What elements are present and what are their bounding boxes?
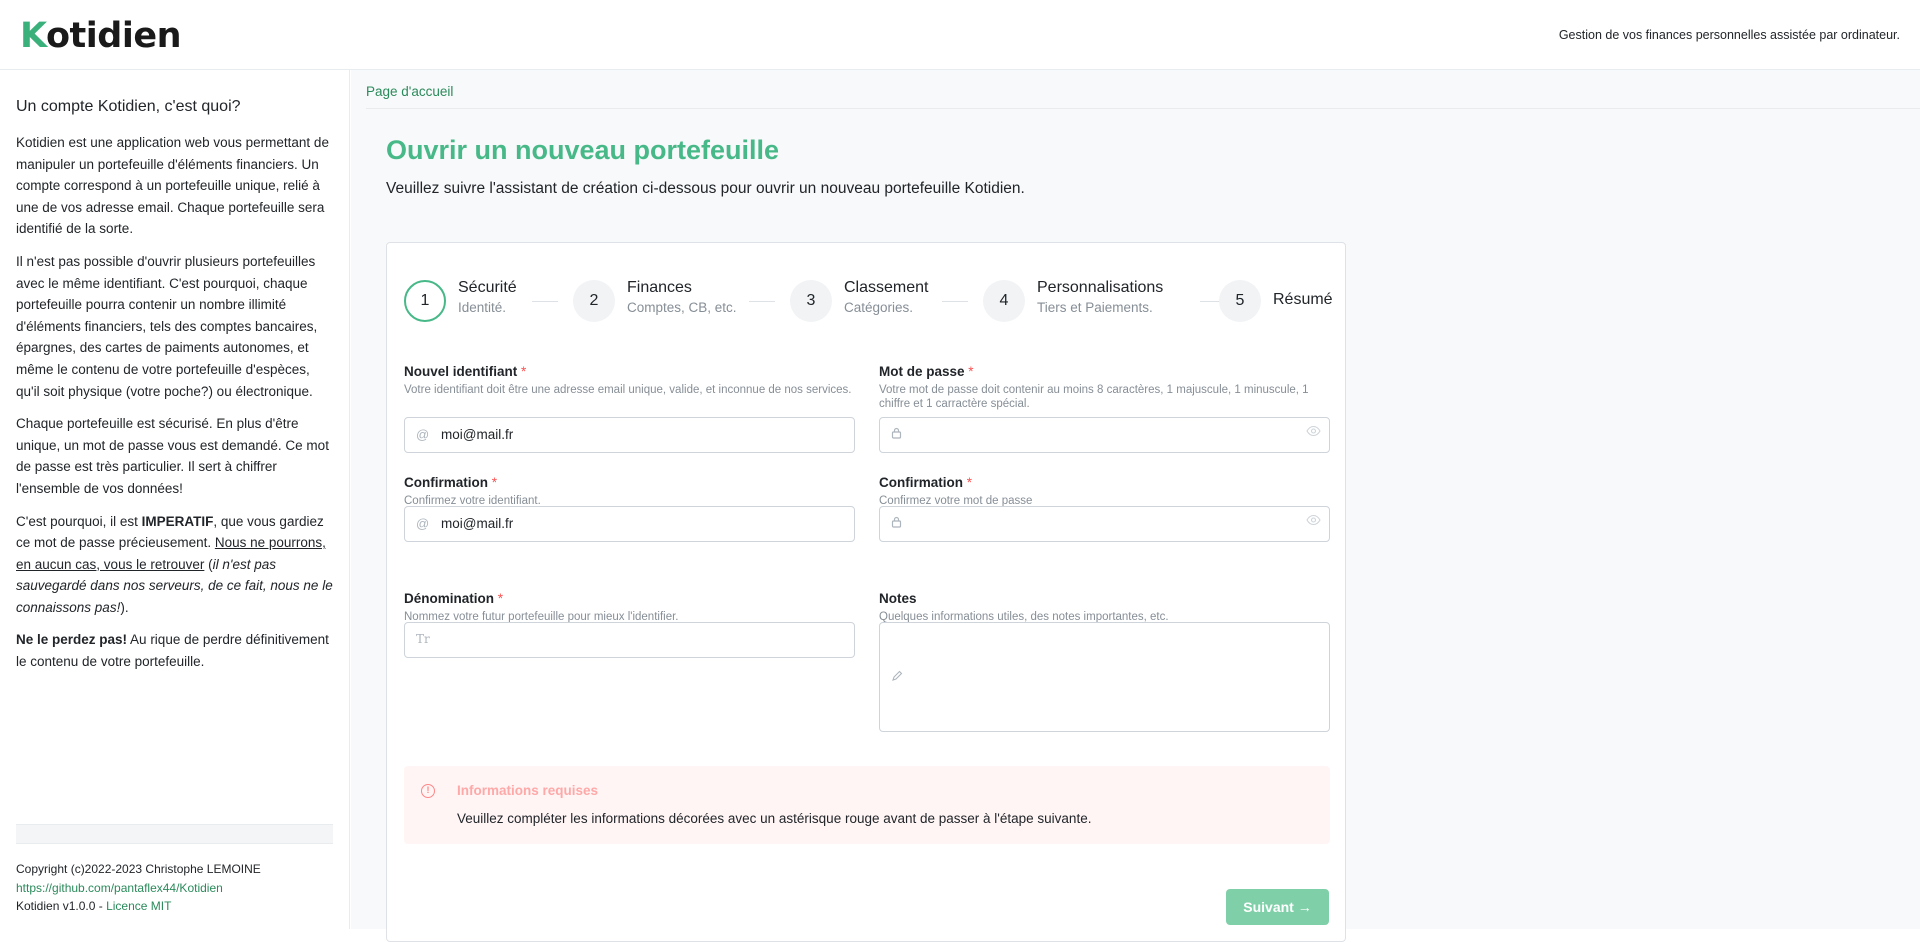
p4-paren-open: ( — [204, 556, 213, 572]
step-title: Sécurité — [458, 279, 517, 296]
page-subtitle: Veuillez suivre l'assistant de création … — [386, 180, 1025, 197]
identifier-confirm-label-row: Confirmation * — [404, 475, 855, 490]
sidebar-paragraph-5: Ne le perdez pas! Au rique de perdre déf… — [16, 629, 333, 672]
required-asterisk: * — [521, 364, 527, 379]
identifier-label: Nouvel identifiant — [404, 364, 518, 379]
p4-emphasis: IMPERATIF — [141, 513, 214, 529]
name-field-group: Dénomination * Nommez votre futur portef… — [404, 591, 855, 658]
wizard-card: 1 Sécurité Identité. 2 Finances Comptes,… — [386, 242, 1346, 942]
logo-rest: otidien — [46, 16, 181, 56]
step-description: Identité. — [458, 300, 507, 315]
step-title: Finances — [627, 279, 692, 296]
identifier-label-row: Nouvel identifiant * — [404, 364, 855, 379]
name-label: Dénomination — [404, 591, 494, 606]
step-number: 5 — [1219, 280, 1261, 322]
p4-paren-close: ). — [120, 599, 129, 615]
breadcrumb-divider — [366, 108, 1920, 109]
app-tagline: Gestion de vos finances personnelles ass… — [1558, 28, 1900, 42]
identifier-field-group: Nouvel identifiant * Votre identifiant d… — [404, 364, 855, 453]
app-logo[interactable]: Kotidien — [20, 16, 181, 56]
sidebar-paragraph-4: C'est pourquoi, il est IMPERATIF, que vo… — [16, 511, 333, 619]
alert-title: Informations requises — [457, 783, 599, 798]
version-text: Kotidien v1.0.0 - — [16, 899, 107, 913]
sidebar-footer: Copyright (c)2022-2023 Christophe LEMOIN… — [16, 860, 261, 916]
notes-textarea[interactable] — [879, 622, 1330, 732]
pencil-icon — [891, 670, 903, 685]
eye-icon[interactable] — [1306, 425, 1321, 440]
identifier-confirm-field-group: Confirmation * Confirmez votre identifia… — [404, 475, 855, 542]
required-asterisk: * — [966, 475, 973, 490]
wizard-stepper: 1 Sécurité Identité. 2 Finances Comptes,… — [404, 279, 1333, 323]
step-description: Comptes, CB, etc. — [627, 300, 737, 315]
next-button[interactable]: Suivant → — [1226, 889, 1329, 925]
name-label-row: Dénomination * — [404, 591, 855, 606]
step-title: Résumé — [1273, 291, 1333, 308]
lock-icon — [891, 516, 902, 531]
info-sidebar: Un compte Kotidien, c'est quoi? Kotidien… — [0, 70, 350, 929]
password-description: Votre mot de passe doit contenir au moin… — [879, 384, 1309, 410]
at-icon: @ — [416, 427, 430, 442]
copyright-text: Copyright (c)2022-2023 Christophe LEMOIN… — [16, 862, 261, 876]
alert-circle-icon: ! — [421, 784, 435, 798]
sidebar-paragraph-2: Il n'est pas possible d'ouvrir plusieurs… — [16, 253, 318, 399]
eye-icon[interactable] — [1306, 514, 1321, 529]
logo-first-letter: K — [20, 16, 47, 56]
password-confirm-input[interactable] — [879, 506, 1330, 542]
sidebar-paragraph-1: Kotidien est une application web vous pe… — [16, 135, 329, 237]
step-separator — [532, 301, 558, 302]
password-confirm-field-group: Confirmation * Confirmez votre mot de pa… — [879, 475, 1330, 542]
lock-icon — [891, 427, 902, 442]
step-separator — [942, 301, 968, 302]
step-separator — [749, 301, 775, 302]
identifier-value: moi@mail.fr — [441, 427, 514, 442]
step-description: Tiers et Paiements. — [1037, 300, 1153, 315]
step-title: Personnalisations — [1037, 279, 1164, 296]
identifier-confirm-input[interactable]: @ moi@mail.fr — [404, 506, 855, 542]
identifier-description: Votre identifiant doit être une adresse … — [404, 384, 852, 396]
text-icon: Tr — [416, 632, 430, 646]
notes-label: Notes — [879, 591, 917, 606]
sidebar-divider — [16, 824, 333, 844]
required-asterisk: * — [497, 591, 504, 606]
p5-emphasis: Ne le perdez pas! — [16, 632, 128, 648]
identifier-confirm-label: Confirmation — [404, 475, 488, 490]
name-input[interactable]: Tr — [404, 622, 855, 658]
license-link[interactable]: Licence MIT — [106, 899, 171, 913]
required-asterisk: * — [491, 475, 498, 490]
step-number: 3 — [790, 280, 832, 322]
required-asterisk: * — [968, 364, 974, 379]
step-number: 2 — [573, 280, 615, 322]
password-field-group: Mot de passe * Votre mot de passe doit c… — [879, 364, 1330, 453]
github-link[interactable]: https://github.com/pantaflex44/Kotidien — [16, 881, 223, 895]
breadcrumb-home-link[interactable]: Page d'accueil — [366, 84, 453, 99]
password-label-row: Mot de passe * — [879, 364, 1330, 379]
top-bar: Kotidien Gestion de vos finances personn… — [0, 0, 1920, 70]
password-label: Mot de passe — [879, 364, 965, 379]
step-number: 1 — [404, 280, 446, 322]
identifier-input[interactable]: @ moi@mail.fr — [404, 417, 855, 453]
page-title: Ouvrir un nouveau portefeuille — [386, 135, 780, 165]
sidebar-title: Un compte Kotidien, c'est quoi? — [16, 98, 241, 115]
step-description: Catégories. — [844, 300, 914, 315]
step-title: Classement — [844, 279, 929, 296]
main-content: Page d'accueil Ouvrir un nouveau portefe… — [351, 70, 1920, 942]
p4-text: C'est pourquoi, il est — [16, 513, 142, 529]
password-confirm-label: Confirmation — [879, 475, 963, 490]
notes-field-group: Notes Quelques informations utiles, des … — [879, 591, 1330, 732]
identifier-confirm-value: moi@mail.fr — [441, 516, 514, 531]
password-confirm-label-row: Confirmation * — [879, 475, 1330, 490]
sidebar-paragraph-3: Chaque portefeuille est sécurisé. En plu… — [16, 416, 329, 496]
password-input[interactable] — [879, 417, 1330, 453]
required-info-alert: ! Informations requises Veuillez complét… — [404, 766, 1330, 844]
at-icon: @ — [416, 516, 430, 531]
step-number: 4 — [983, 280, 1025, 322]
alert-text: Veuillez compléter les informations déco… — [457, 811, 1092, 826]
